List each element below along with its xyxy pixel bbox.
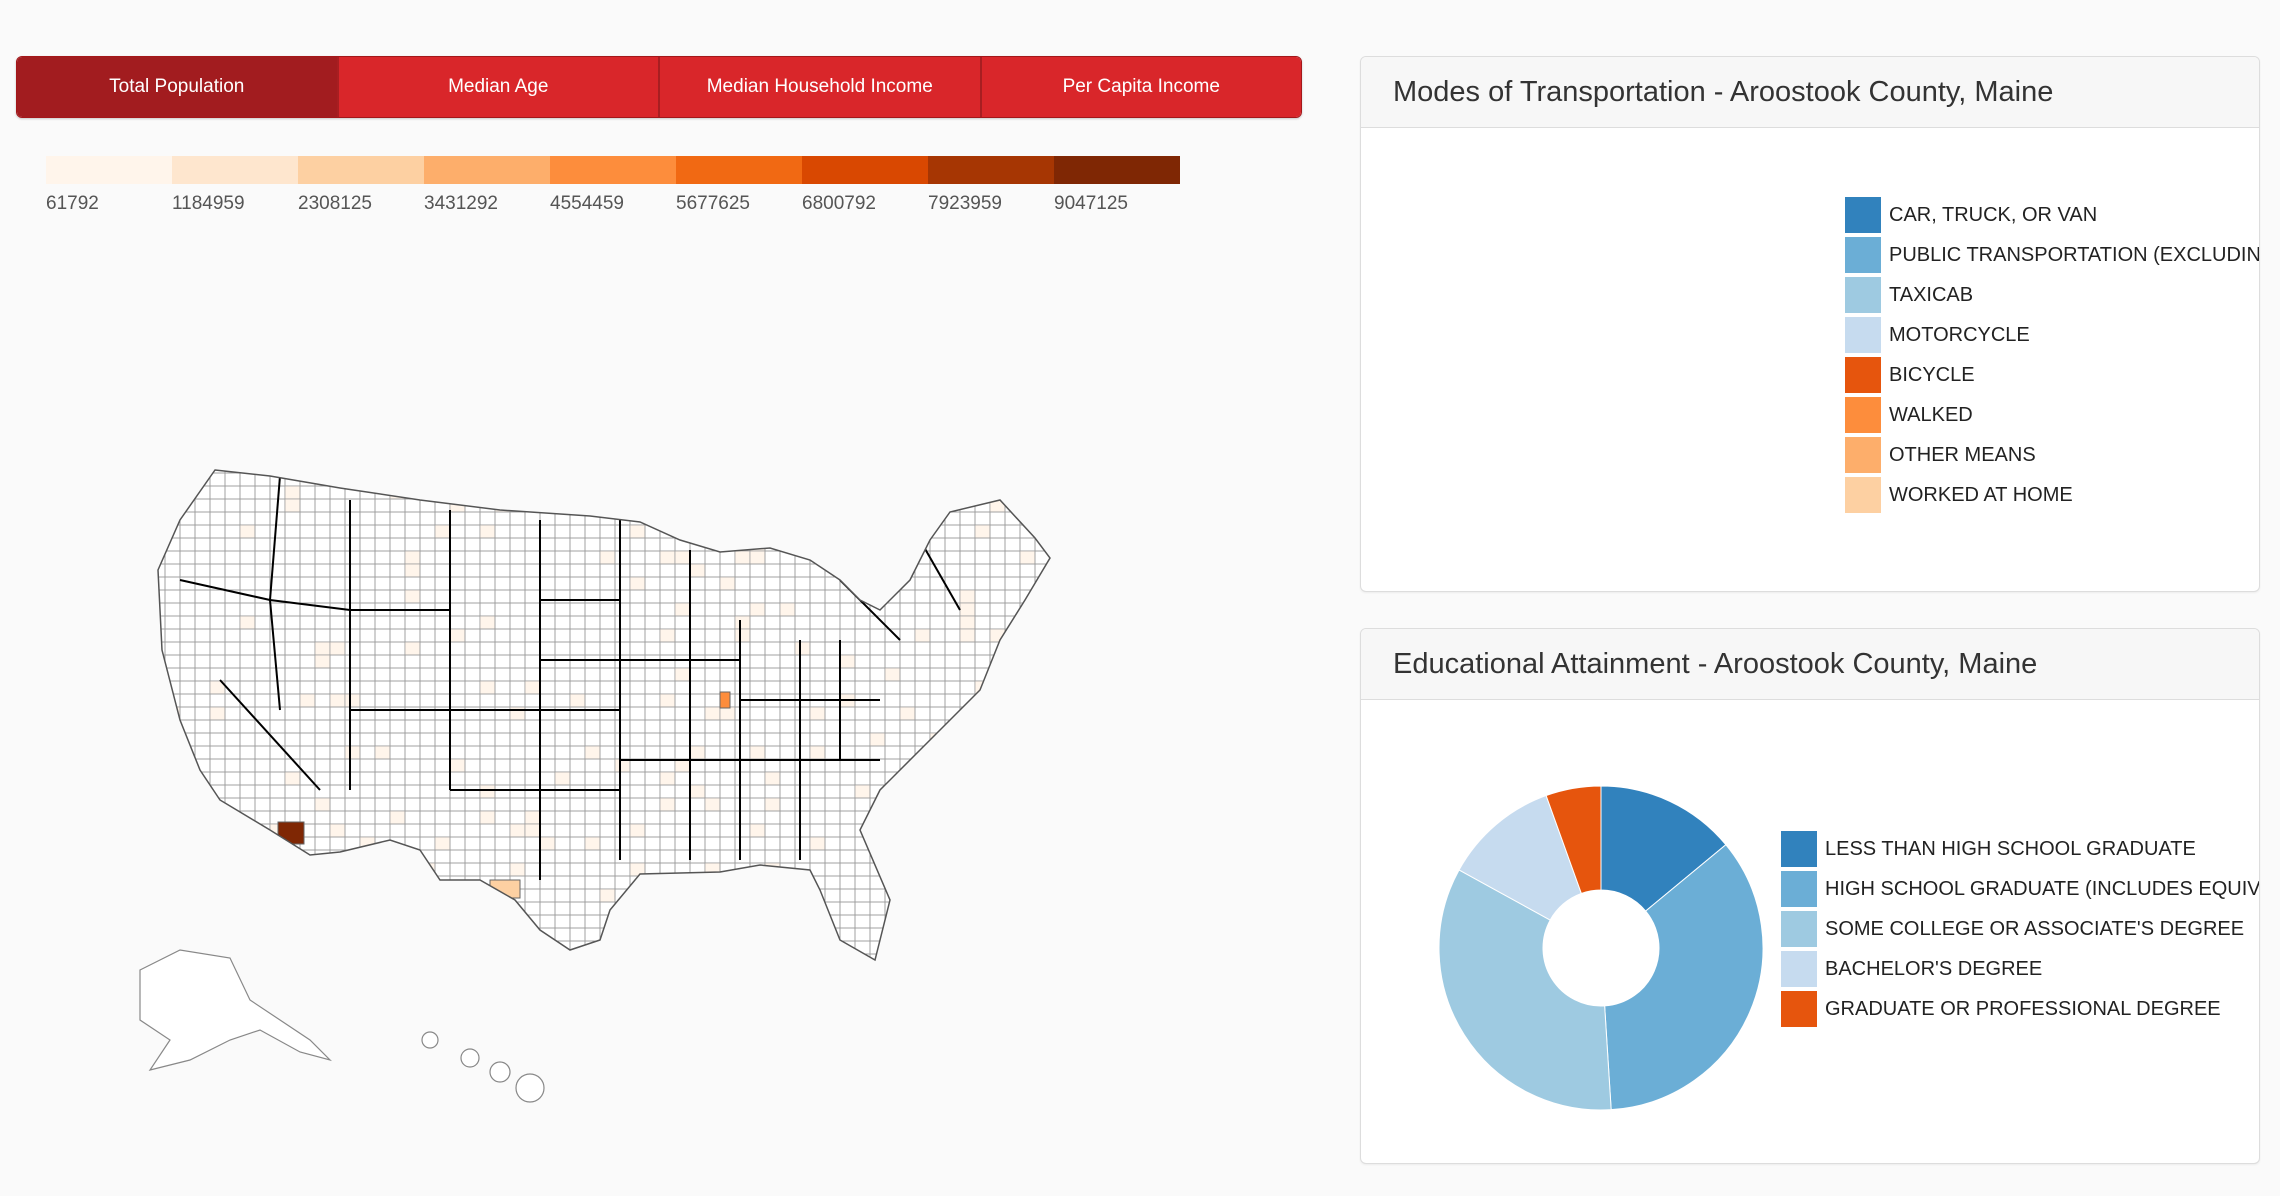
education-legend: LESS THAN HIGH SCHOOL GRADUATE HIGH SCHOO… [1781,829,2260,1029]
legend-swatch [1845,477,1881,513]
legend-label: CAR, TRUCK, OR VAN [1889,203,2098,226]
scale-tick-label: 5677625 [676,193,750,214]
legend-swatch [1845,437,1881,473]
legend-swatch [1845,197,1881,233]
legend-label: HIGH SCHOOL GRADUATE (INCLUDES EQUIVALEN [1825,877,2260,900]
legend-item[interactable]: MOTORCYCLE [1845,315,2259,355]
alaska[interactable] [139,949,333,1071]
education-panel-title: Educational Attainment - Aroostook Count… [1361,629,2259,700]
scale-tick-label: 2308125 [298,193,372,214]
legend-label: LESS THAN HIGH SCHOOL GRADUATE [1825,837,2196,860]
scale-tick-label: 6800792 [802,193,876,214]
legend-swatch [1845,357,1881,393]
legend-item[interactable]: BICYCLE [1845,355,2259,395]
legend-item[interactable]: TAXICAB [1845,275,2259,315]
legend-swatch [1781,991,1817,1027]
legend-label: PUBLIC TRANSPORTATION (EXCLUDING TA [1889,243,2260,266]
legend-label: SOME COLLEGE OR ASSOCIATE'S DEGREE [1825,917,2245,940]
hawaii-island[interactable] [460,1048,480,1068]
legend-swatch [1781,831,1817,867]
transportation-panel-title: Modes of Transportation - Aroostook Coun… [1361,57,2259,128]
legend-label: OTHER MEANS [1889,443,2036,466]
legend-item[interactable]: LESS THAN HIGH SCHOOL GRADUATE [1781,829,2259,869]
legend-label: TAXICAB [1889,283,1974,306]
legend-swatch [1845,277,1881,313]
legend-label: BICYCLE [1889,363,1975,386]
tab-total-population[interactable]: Total Population [17,57,339,117]
legend-item[interactable]: CAR, TRUCK, OR VAN [1845,195,2259,235]
legend-item[interactable]: SOME COLLEGE OR ASSOCIATE'S DEGREE [1781,909,2259,949]
scale-tick-label: 7923959 [928,193,1002,214]
legend-swatch [1781,951,1817,987]
legend-label: BACHELOR'S DEGREE [1825,957,2043,980]
hawaii-island[interactable] [421,1031,439,1049]
legend-item[interactable]: PUBLIC TRANSPORTATION (EXCLUDING TA [1845,235,2260,275]
tab-per-capita-income[interactable]: Per Capita Income [981,57,1301,117]
scale-swatch [802,156,928,184]
tab-median-age[interactable]: Median Age [338,57,660,117]
highlighted-county[interactable] [619,959,635,972]
scale-tick-label: 3431292 [424,193,498,214]
transportation-panel: Modes of Transportation - Aroostook Coun… [1360,56,2260,592]
legend-item[interactable]: OTHER MEANS [1845,435,2259,475]
hawaii-island[interactable] [515,1073,545,1103]
scale-tick-label: 1184959 [172,193,245,214]
scale-swatch [46,156,172,184]
scale-swatch [172,156,298,184]
legend-label: MOTORCYCLE [1889,323,2030,346]
education-panel: Educational Attainment - Aroostook Count… [1360,628,2260,1164]
scale-tick-label: 4554459 [550,193,624,214]
highlighted-county[interactable] [719,691,731,709]
legend-swatch [1845,317,1881,353]
county-cells[interactable] [150,460,1065,972]
indicator-tabs: Total Population Median Age Median Househo… [16,56,1302,118]
legend-label: WALKED [1889,403,1973,426]
scale-tick-label: 61792 [46,193,99,214]
transportation-legend: CAR, TRUCK, OR VAN PUBLIC TRANSPORTATION … [1845,195,2260,515]
legend-label: WORKED AT HOME [1889,483,2073,506]
scale-swatch [298,156,424,184]
us-county-choropleth-map[interactable] [120,460,1230,1110]
hawaii-island[interactable] [489,1061,511,1083]
scale-tick-label: 9047125 [1054,193,1128,214]
color-scale-bar [46,156,1180,184]
highlighted-county[interactable] [277,821,305,845]
highlighted-county[interactable] [319,859,367,891]
education-donut-chart[interactable] [1421,768,1781,1128]
color-scale-legend: 61792 1184959 2308125 3431292 4554459 5677625… [46,156,1180,214]
legend-swatch [1781,871,1817,907]
color-scale-labels: 61792 1184959 2308125 3431292 4554459 5677625… [46,184,1180,214]
legend-item[interactable]: GRADUATE OR PROFESSIONAL DEGREE [1781,989,2259,1029]
tab-median-household-income[interactable]: Median Household Income [660,57,982,117]
legend-label: GRADUATE OR PROFESSIONAL DEGREE [1825,997,2221,1020]
scale-swatch [928,156,1054,184]
legend-item[interactable]: WALKED [1845,395,2259,435]
legend-swatch [1845,397,1881,433]
scale-swatch [1054,156,1180,184]
legend-swatch [1845,237,1881,273]
scale-swatch [424,156,550,184]
scale-swatch [676,156,802,184]
legend-item[interactable]: BACHELOR'S DEGREE [1781,949,2259,989]
legend-item[interactable]: HIGH SCHOOL GRADUATE (INCLUDES EQUIVALEN [1781,869,2260,909]
legend-item[interactable]: WORKED AT HOME [1845,475,2259,515]
scale-swatch [550,156,676,184]
highlighted-county[interactable] [374,863,410,893]
legend-swatch [1781,911,1817,947]
